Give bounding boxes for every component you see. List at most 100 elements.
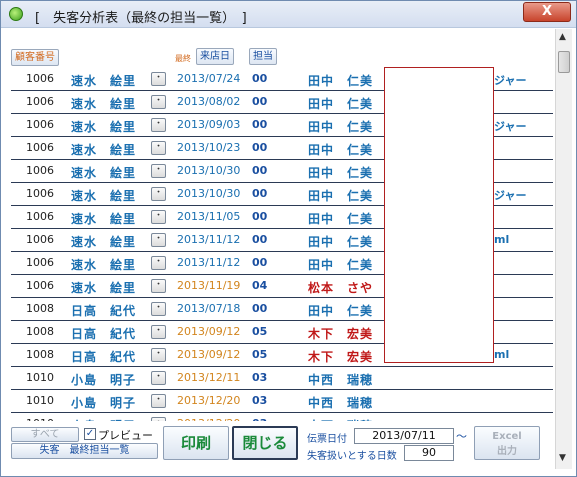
staff-number: 00	[252, 302, 268, 315]
visit-date: 2013/12/11	[177, 371, 241, 384]
staff-name: 田中 仁美	[308, 120, 374, 134]
staff-number: 00	[252, 72, 268, 85]
staff-number: 00	[252, 141, 268, 154]
row-trailing-text: ml	[494, 348, 510, 361]
visit-date: 2013/10/23	[177, 141, 241, 154]
row-detail-button[interactable]: ・	[151, 141, 166, 155]
visit-date-sort-button[interactable]: 来店日	[196, 48, 234, 65]
visit-date: 2013/11/12	[177, 256, 241, 269]
customer-code: 1006	[26, 210, 54, 223]
visit-date: 2013/11/05	[177, 210, 241, 223]
row-detail-button[interactable]: ・	[151, 394, 166, 408]
range-tilde: ～	[456, 430, 467, 443]
customer-name: 速水 絵里	[71, 258, 137, 272]
table-row[interactable]: 1010小島 明子・2013/12/2003中西 瑞穂	[11, 390, 553, 413]
customer-code: 1006	[26, 164, 54, 177]
close-button[interactable]: 閉じる	[232, 426, 298, 460]
customer-code: 1006	[26, 279, 54, 292]
visit-date: 2013/10/30	[177, 164, 241, 177]
scroll-down-arrow-icon[interactable]: ▼	[559, 453, 566, 463]
lost-days-label: 失客扱いとする日数	[307, 451, 397, 462]
scroll-up-arrow-icon[interactable]: ▲	[559, 32, 566, 42]
main-window: [ 失客分析表（最終の担当一覧） ] X 顧客番号 最終 来店日 担当 1006…	[0, 0, 577, 477]
slip-date-input[interactable]: 2013/07/11	[354, 428, 454, 444]
row-detail-button[interactable]: ・	[151, 187, 166, 201]
row-detail-button[interactable]: ・	[151, 233, 166, 247]
excel-export-button[interactable]: Excel 出力	[474, 426, 540, 460]
customer-code: 1010	[26, 417, 54, 421]
row-detail-button[interactable]: ・	[151, 302, 166, 316]
row-detail-button[interactable]: ・	[151, 417, 166, 421]
all-button[interactable]: すべて	[11, 427, 79, 442]
row-detail-button[interactable]: ・	[151, 72, 166, 86]
row-trailing-text: ジャー	[494, 120, 527, 133]
visit-date: 2013/12/20	[177, 417, 240, 421]
staff-name: 田中 仁美	[308, 258, 374, 272]
row-detail-button[interactable]: ・	[151, 95, 166, 109]
customer-name: 日高 紀代	[71, 304, 137, 318]
customer-code: 1006	[26, 187, 54, 200]
vertical-scrollbar[interactable]: ▲ ▼	[555, 29, 572, 469]
customer-code: 1010	[26, 371, 54, 384]
customer-code: 1006	[26, 72, 54, 85]
staff-number: 05	[252, 325, 268, 338]
lost-days-input[interactable]: 90	[404, 445, 454, 461]
window-title: [ 失客分析表（最終の担当一覧） ]	[35, 11, 247, 26]
staff-sort-button[interactable]: 担当	[249, 48, 277, 65]
customer-code: 1006	[26, 118, 54, 131]
row-detail-button[interactable]: ・	[151, 210, 166, 224]
row-detail-button[interactable]: ・	[151, 371, 166, 385]
staff-name: 田中 仁美	[308, 166, 374, 180]
customer-code: 1006	[26, 141, 54, 154]
customer-name: 速水 絵里	[71, 281, 137, 295]
customer-name: 速水 絵里	[71, 166, 137, 180]
staff-number: 00	[252, 95, 268, 108]
customer-name: 速水 絵里	[71, 235, 137, 249]
staff-name: 中西 瑞穂	[308, 373, 374, 387]
row-detail-button[interactable]: ・	[151, 256, 166, 270]
customer-number-sort-button[interactable]: 顧客番号	[11, 49, 59, 66]
table-row[interactable]: 1010 小島 明子・ 2013/12/11 03 中西 瑞穂	[11, 367, 553, 390]
print-button[interactable]: 印刷	[163, 426, 229, 460]
preview-label: プレビュー	[98, 429, 153, 442]
staff-number: 00	[252, 256, 268, 269]
staff-number: 00	[252, 187, 268, 200]
row-detail-button[interactable]: ・	[151, 164, 166, 178]
customer-name: 速水 絵里	[71, 212, 137, 226]
preview-checkbox[interactable]: ✓	[84, 428, 96, 440]
customer-name: 速水 絵里	[71, 120, 137, 134]
customer-name: 速水 絵里	[71, 74, 137, 88]
staff-name: 松本 さや	[308, 281, 374, 295]
visit-date: 2013/09/03	[177, 118, 241, 131]
customer-name: 小島 明子	[71, 417, 136, 421]
close-window-button[interactable]: X	[523, 2, 571, 22]
staff-name: 木下 宏美	[308, 350, 374, 364]
staff-number: 05	[252, 348, 268, 361]
customer-code: 1008	[26, 302, 54, 315]
customer-name: 小島 明子	[71, 373, 137, 387]
row-detail-button[interactable]: ・	[151, 325, 166, 339]
staff-number: 03	[252, 371, 268, 384]
visit-date: 2013/11/19	[177, 279, 241, 292]
customer-name: 速水 絵里	[71, 189, 137, 203]
staff-name: 田中 仁美	[308, 235, 374, 249]
staff-name: 田中 仁美	[308, 189, 374, 203]
last-label: 最終	[175, 54, 191, 63]
visit-date: 2013/11/12	[177, 233, 241, 246]
customer-code: 1006	[26, 95, 54, 108]
app-icon	[9, 7, 23, 21]
row-detail-button[interactable]: ・	[151, 348, 166, 362]
visit-date: 2013/07/24	[177, 72, 241, 85]
lost-customer-list-button[interactable]: 失客 最終担当一覧	[11, 443, 158, 459]
row-detail-button[interactable]: ・	[151, 279, 166, 293]
scrollbar-thumb[interactable]	[558, 51, 570, 73]
customer-code: 1008	[26, 325, 54, 338]
overlay-panel	[384, 67, 494, 363]
row-detail-button[interactable]: ・	[151, 118, 166, 132]
staff-number: 00	[252, 210, 268, 223]
customer-code: 1006	[26, 233, 54, 246]
visit-date: 2013/12/20	[177, 394, 241, 407]
staff-name: 田中 仁美	[308, 143, 374, 157]
staff-number: 00	[252, 164, 268, 177]
table-row[interactable]: 1010小島 明子・2013/12/2003中西 瑞穂	[11, 413, 553, 421]
